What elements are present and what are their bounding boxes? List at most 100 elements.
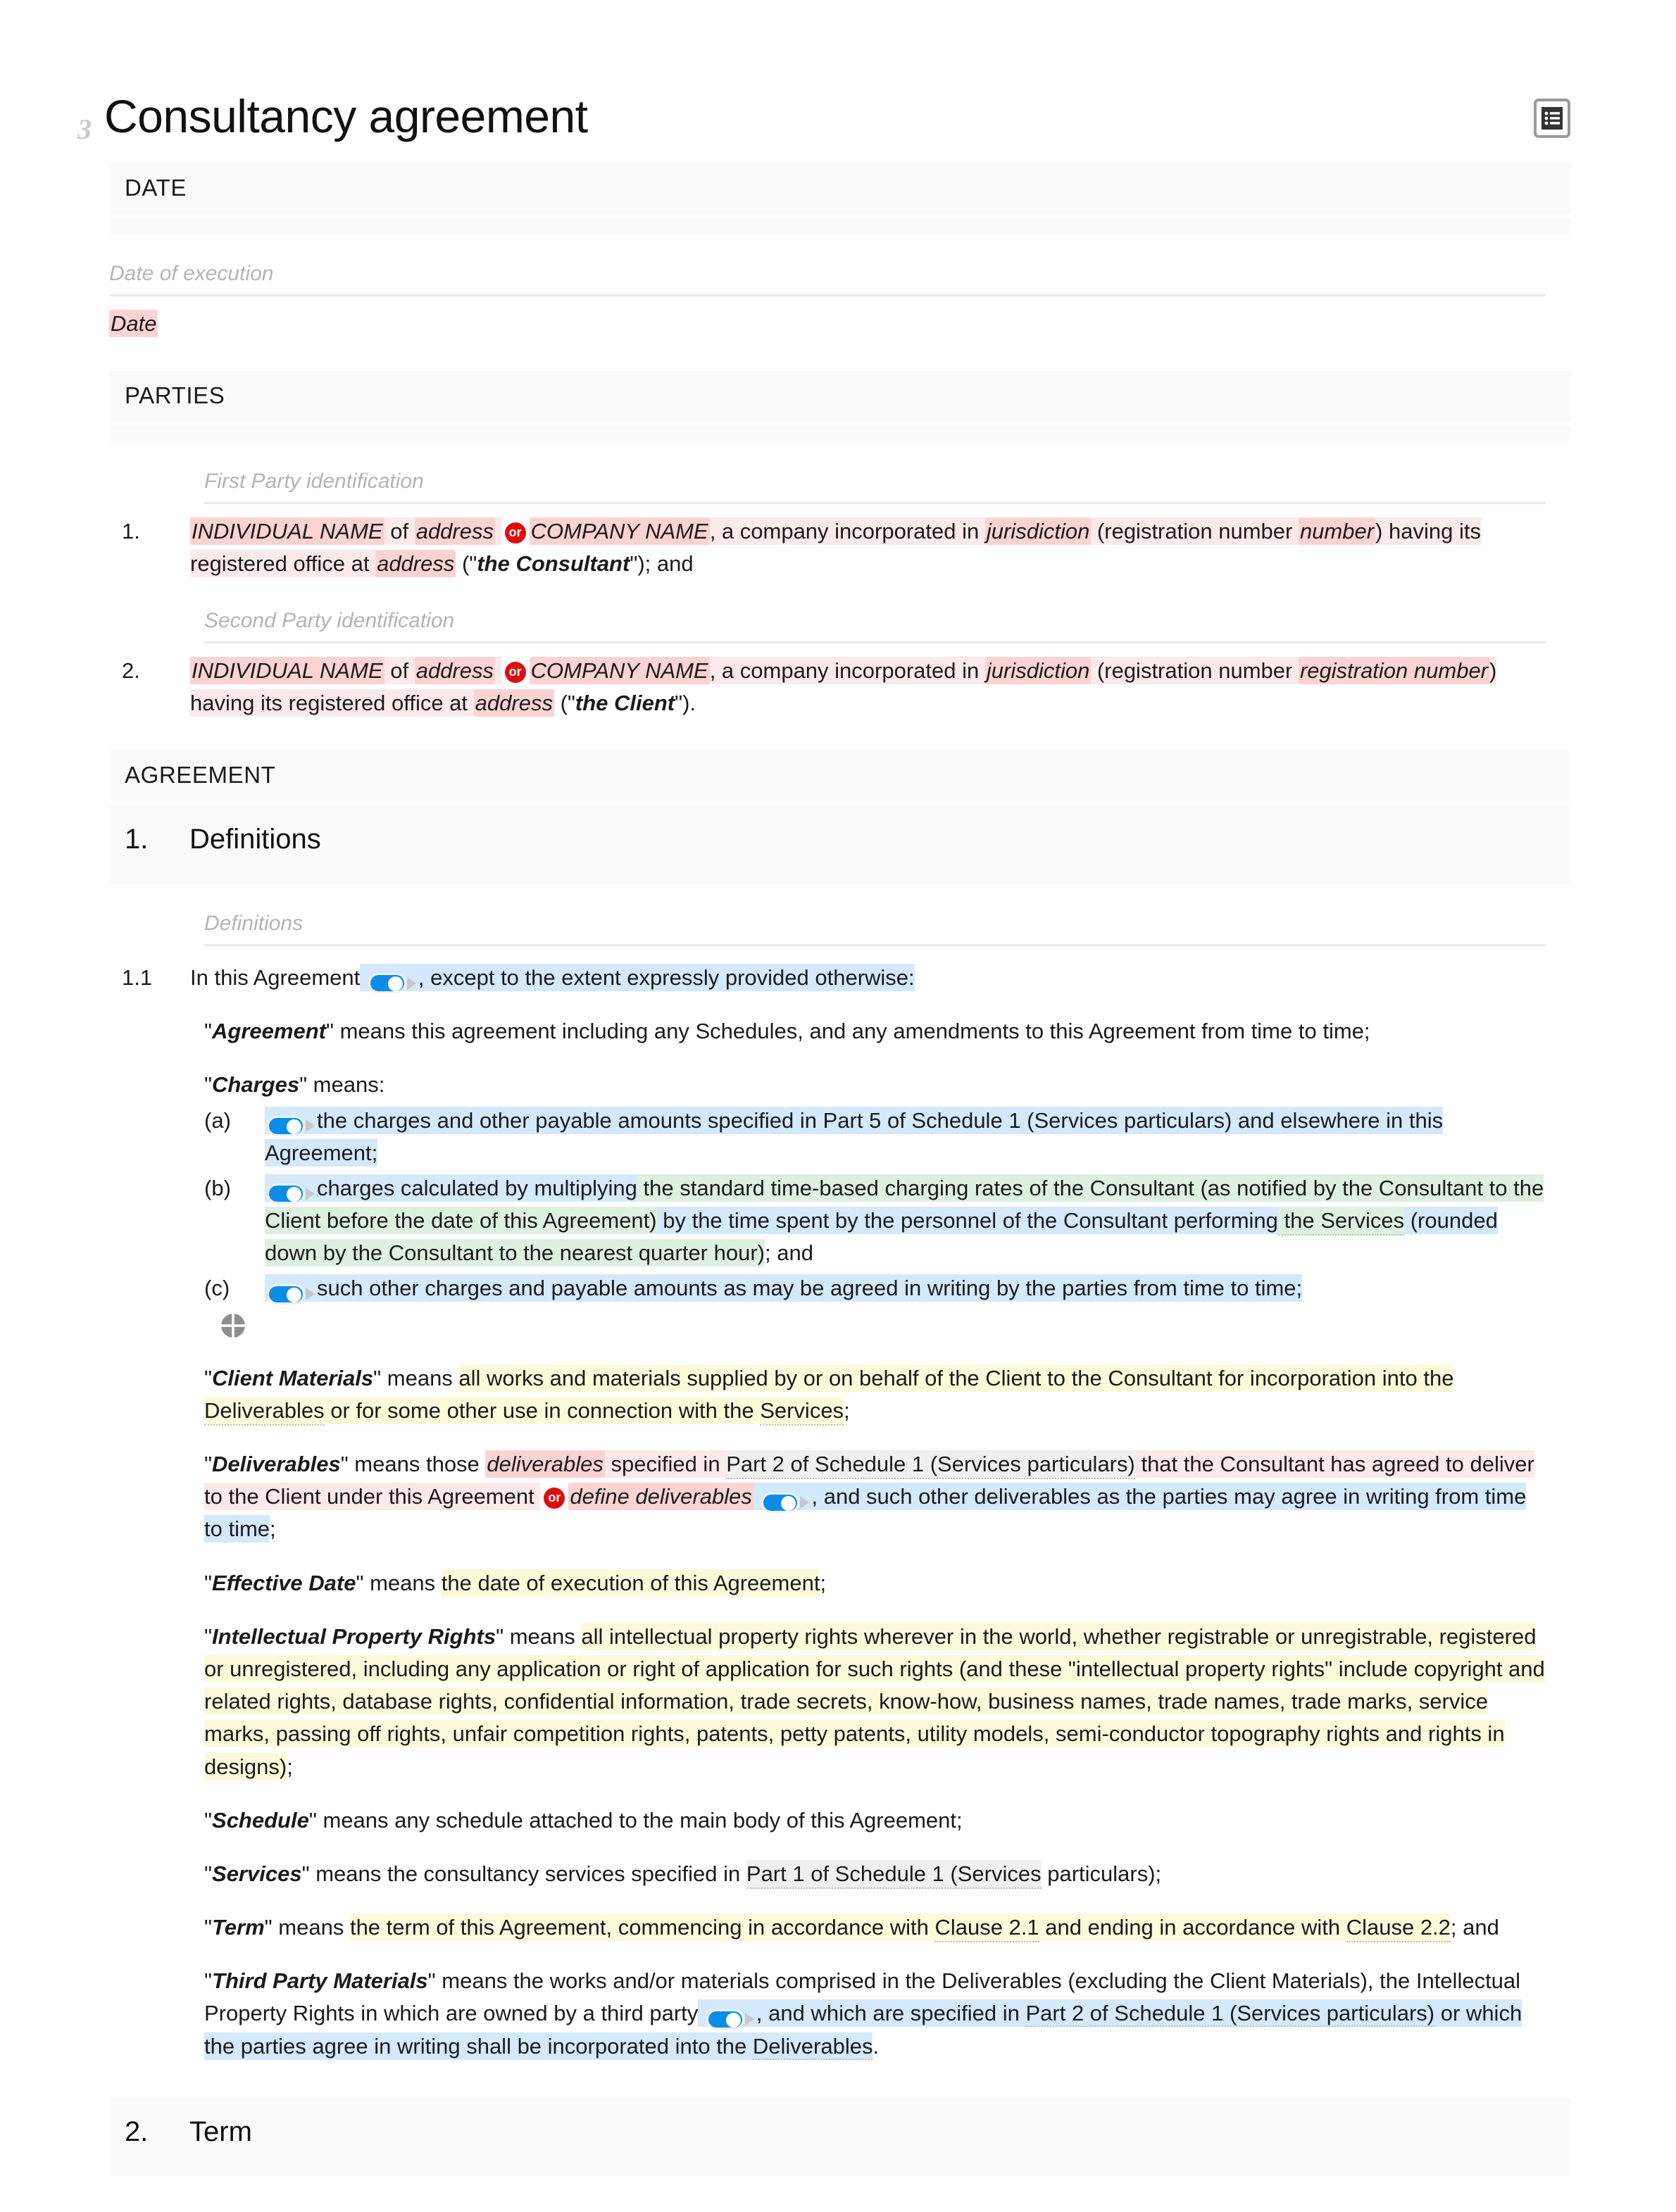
party1-address[interactable]: address bbox=[414, 517, 495, 546]
definition-term-tpm: Third Party Materials bbox=[212, 1968, 428, 1994]
svc-before: " means the consultancy services specifi… bbox=[301, 1861, 746, 1886]
clause-1-number: 1. bbox=[125, 823, 149, 855]
party1-address-2[interactable]: address bbox=[375, 550, 456, 578]
party2-mid2: (registration number bbox=[1091, 656, 1299, 684]
dv-before: " means those bbox=[340, 1452, 486, 1476]
clause-1-1-number: 1.1 bbox=[122, 964, 153, 990]
outline-list-icon[interactable] bbox=[1534, 99, 1570, 138]
toggle-switch[interactable] bbox=[368, 973, 416, 994]
party2-registration-number[interactable]: registration number bbox=[1298, 656, 1490, 684]
dv-xref-part2[interactable]: Part 2 of Schedule 1 (Services particula… bbox=[726, 1450, 1135, 1479]
or-badge[interactable]: or bbox=[544, 1488, 565, 1509]
drag-handle-icon[interactable] bbox=[221, 1313, 245, 1338]
tpm-xref-part2[interactable]: Part 2 of Schedule 1 (Services particula… bbox=[1025, 2001, 1435, 2028]
clause-1-1-before: In this Agreement bbox=[190, 964, 361, 990]
toggle-switch[interactable] bbox=[706, 2009, 754, 2030]
clause-2-number: 2. bbox=[125, 2116, 149, 2147]
toggle-switch[interactable] bbox=[267, 1115, 315, 1136]
definition-term-charges: Charges bbox=[212, 1072, 300, 1098]
definition-deliverables: "Deliverables" means those deliverables … bbox=[204, 1450, 1534, 1543]
band-spacer bbox=[109, 218, 1570, 234]
party1-individual-name[interactable]: INDIVIDUAL NAME bbox=[190, 517, 384, 546]
party2-of: of bbox=[384, 656, 415, 684]
ed-highlight: the date of execution of this Agreement bbox=[441, 1569, 820, 1597]
charges-text-c: such other charges and payable amounts a… bbox=[317, 1276, 1303, 1301]
trm-xref-clause-2-2[interactable]: Clause 2.2 bbox=[1346, 1913, 1451, 1943]
charges-text-b-4: the Services bbox=[1277, 1207, 1405, 1236]
party2-mid4: (" bbox=[554, 690, 575, 715]
guidance-label-definitions: Definitions bbox=[204, 911, 304, 935]
party2-jurisdiction[interactable]: jurisdiction bbox=[984, 656, 1092, 684]
document-page: 3 Consultancy agreement DATE Date of exe… bbox=[0, 0, 1676, 2212]
trm-xref-clause-2-1[interactable]: Clause 2.1 bbox=[934, 1913, 1039, 1943]
band-spacer bbox=[109, 426, 1570, 442]
or-badge[interactable]: or bbox=[504, 522, 526, 544]
definition-charges: "Charges" means: (a) the charges and oth… bbox=[204, 1069, 1546, 1340]
party1-company-name[interactable]: COMPANY NAME bbox=[529, 517, 710, 546]
clause-1-title: Definitions bbox=[189, 823, 321, 855]
party1-of: of bbox=[384, 517, 415, 546]
toggle-switch[interactable] bbox=[267, 1183, 315, 1205]
svc-after: particulars); bbox=[1041, 1861, 1162, 1886]
date-placeholder[interactable]: Date bbox=[109, 310, 158, 337]
section-heading-agreement: AGREEMENT bbox=[109, 750, 1570, 801]
document-badge: 3 bbox=[77, 113, 92, 145]
definitions-guidance-block: Definitions bbox=[204, 912, 1546, 946]
party-2-text: INDIVIDUAL NAME of address or COMPANY NAM… bbox=[190, 655, 1546, 719]
party2-individual-name[interactable]: INDIVIDUAL NAME bbox=[190, 656, 384, 684]
second-party-guidance-block: Second Party identification bbox=[204, 609, 1546, 643]
definition-client-materials: "Client Materials" means all works and m… bbox=[204, 1362, 1546, 1427]
trm-before: " means bbox=[264, 1915, 350, 1940]
toggle-switch[interactable] bbox=[267, 1283, 315, 1305]
party2-defined-term: the Client bbox=[575, 690, 675, 715]
party-2-number: 2. bbox=[122, 658, 140, 683]
charges-marker-b: (b) bbox=[204, 1175, 231, 1200]
clause-heading-1: 1. Definitions bbox=[109, 805, 1570, 884]
divider bbox=[204, 943, 1546, 946]
dv-placeholder-deliverables[interactable]: deliverables bbox=[485, 1450, 605, 1478]
clause-1-1-row: 1.1 In this Agreement , except to the ex… bbox=[109, 962, 1546, 994]
party2-address-2[interactable]: address bbox=[473, 689, 554, 717]
party2-address[interactable]: address bbox=[414, 656, 495, 684]
clause-2-title: Term bbox=[189, 2116, 252, 2147]
tpm-xref-deliverables[interactable]: Deliverables bbox=[752, 2033, 873, 2060]
definition-term-ipr: Intellectual Property Rights bbox=[212, 1623, 496, 1649]
svc-xref-part1[interactable]: Part 1 of Schedule 1 (Services bbox=[746, 1859, 1042, 1889]
party1-registration-number[interactable]: number bbox=[1298, 517, 1376, 546]
definition-term-services: Services bbox=[212, 1861, 302, 1886]
definition-term-effective-date: Effective Date bbox=[212, 1570, 356, 1595]
definition-agreement: "Agreement" means this agreement includi… bbox=[204, 1019, 1370, 1044]
party1-mid4: (" bbox=[456, 551, 477, 577]
charges-item-c: (c) such other charges and payable amoun… bbox=[204, 1272, 1546, 1305]
party2-company-name[interactable]: COMPANY NAME bbox=[529, 656, 710, 684]
party1-tail: "); and bbox=[630, 551, 694, 577]
toggle-switch[interactable] bbox=[761, 1492, 810, 1513]
party-2-row: 2. INDIVIDUAL NAME of address or COMPANY … bbox=[109, 655, 1546, 719]
definition-ipr: "Intellectual Property Rights" means all… bbox=[204, 1622, 1545, 1780]
definition-effective-date: "Effective Date" means the date of execu… bbox=[204, 1569, 827, 1597]
date-value-row: Date bbox=[109, 308, 1546, 340]
dv-placeholder-define[interactable]: define deliverables bbox=[568, 1483, 753, 1511]
cm-xref-deliverables[interactable]: Deliverables bbox=[204, 1396, 325, 1426]
tpm-mid: , and which are specified in bbox=[756, 2001, 1026, 2026]
cm-xref-services[interactable]: Services bbox=[760, 1396, 844, 1426]
party1-defined-term: the Consultant bbox=[477, 551, 630, 577]
clause-heading-2: 2. Term bbox=[109, 2097, 1570, 2176]
or-badge[interactable]: or bbox=[504, 661, 526, 683]
party1-jurisdiction[interactable]: jurisdiction bbox=[984, 517, 1092, 546]
trm-tail: ; and bbox=[1450, 1915, 1499, 1940]
tpm-tail: . bbox=[873, 2033, 880, 2059]
charges-text-a: the charges and other payable amounts sp… bbox=[265, 1107, 1444, 1165]
charges-item-a: (a) the charges and other payable amount… bbox=[204, 1105, 1546, 1169]
ed-before: " means bbox=[356, 1570, 442, 1595]
guidance-label: Date of execution bbox=[109, 262, 274, 285]
dv-tail: ; bbox=[270, 1516, 276, 1542]
cm-h1: all works and materials supplied by or o… bbox=[458, 1364, 1454, 1392]
cm-tail: ; bbox=[844, 1397, 850, 1423]
charges-text-b-7: ; and bbox=[765, 1240, 813, 1266]
definition-services: "Services" means the consultancy service… bbox=[204, 1858, 1546, 1890]
definition-term: "Term" means the term of this Agreement,… bbox=[204, 1911, 1546, 1944]
party-1-number: 1. bbox=[122, 519, 140, 544]
divider bbox=[204, 502, 1546, 505]
